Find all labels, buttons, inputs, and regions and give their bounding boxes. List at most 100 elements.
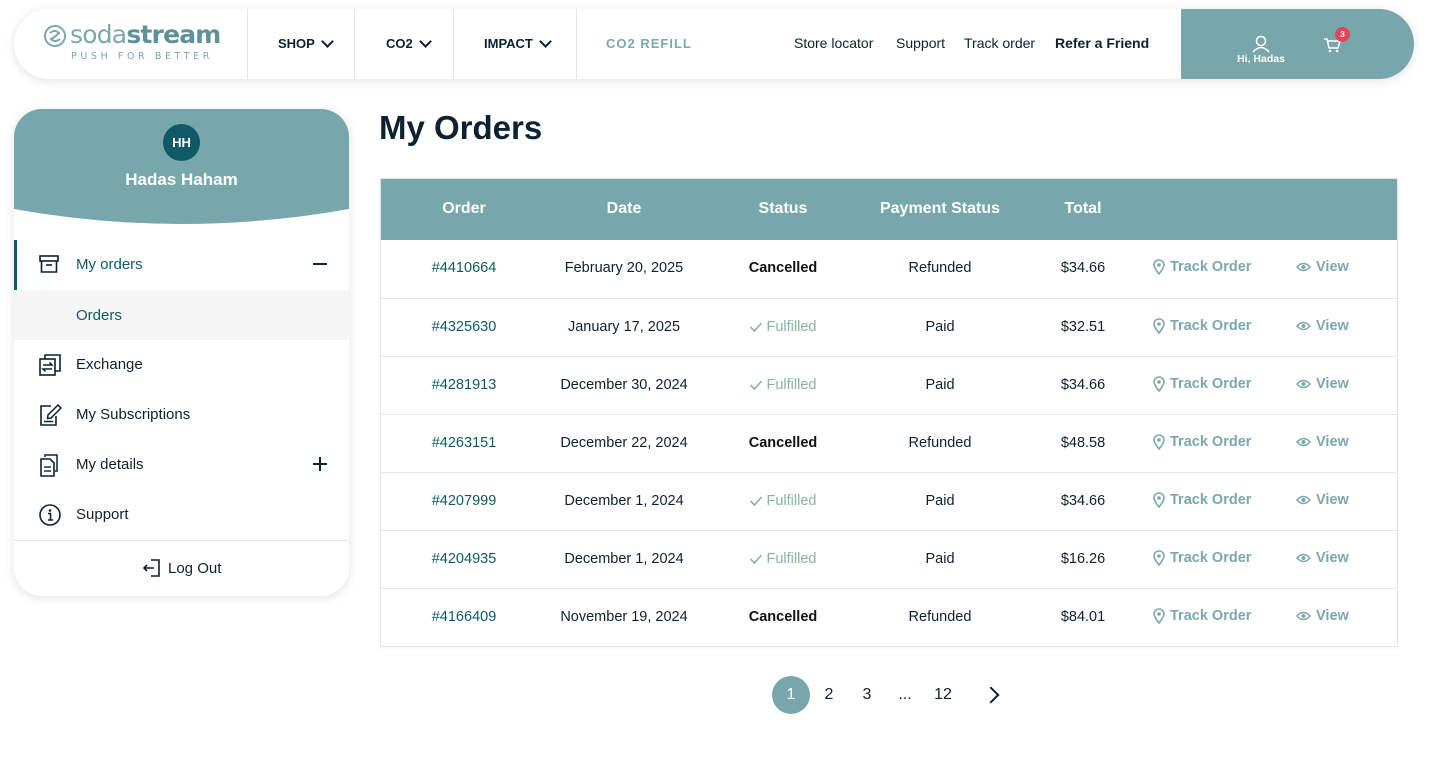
- track-order-label: Track Order: [1170, 550, 1252, 566]
- sidebar-item-my-orders[interactable]: My orders: [14, 240, 349, 290]
- order-number-link[interactable]: #4281913: [432, 377, 497, 393]
- location-pin-icon: [1153, 318, 1165, 334]
- view-order-button[interactable]: View: [1296, 434, 1349, 450]
- order-status: Fulfilled: [749, 551, 817, 567]
- nav-co2[interactable]: CO2: [386, 34, 432, 51]
- checkmark-icon: [749, 496, 763, 506]
- sidebar-item-my-details[interactable]: My details: [14, 440, 349, 490]
- nav-divider: [247, 9, 248, 79]
- table-row: #4204935 December 1, 2024 Fulfilled Paid $16…: [381, 530, 1397, 588]
- eye-icon: [1296, 611, 1311, 621]
- order-date: December 1, 2024: [564, 493, 684, 509]
- logout-icon: [142, 559, 160, 577]
- order-status: Fulfilled: [749, 377, 816, 393]
- track-order-button[interactable]: Track Order: [1153, 492, 1251, 508]
- order-date: February 20, 2025: [564, 260, 684, 276]
- order-number-link[interactable]: #4325630: [432, 319, 497, 335]
- order-number-link[interactable]: #4166409: [432, 609, 497, 625]
- location-pin-icon: [1153, 550, 1165, 566]
- cart-button[interactable]: 3: [1323, 27, 1350, 59]
- table-row: #4263151 December 22, 2024 Cancelled Refund…: [381, 414, 1397, 472]
- location-pin-icon: [1153, 259, 1165, 275]
- checkmark-icon: [749, 322, 763, 332]
- chevron-down-icon: [539, 34, 552, 48]
- payment-status: Paid: [925, 551, 955, 567]
- order-status: Fulfilled: [749, 319, 817, 335]
- next-page-chevron-icon[interactable]: [982, 686, 1000, 704]
- order-number-link[interactable]: #4207999: [432, 493, 497, 509]
- order-total: $34.66: [1060, 377, 1106, 393]
- logo-tagline: PUSH FOR BETTER: [71, 51, 214, 62]
- payment-status: Paid: [925, 493, 955, 509]
- orders-table: Order Date Status Payment Status Total #…: [380, 178, 1398, 647]
- order-status-label: Fulfilled: [766, 319, 817, 335]
- sodastream-logo[interactable]: sodastream PUSH FOR BETTER: [43, 20, 233, 67]
- view-order-label: View: [1316, 608, 1349, 624]
- table-row: #4166409 November 19, 2024 Cancelled Refund…: [381, 588, 1397, 646]
- pagination-ellipsis: ...: [898, 686, 912, 703]
- refer-friend-link[interactable]: Refer a Friend: [1055, 35, 1149, 51]
- expand-plus-icon[interactable]: [313, 457, 327, 471]
- checkmark-icon: [749, 554, 763, 564]
- column-header-total: Total: [1064, 200, 1102, 217]
- track-order-button[interactable]: Track Order: [1153, 318, 1251, 334]
- nav-divider: [354, 9, 355, 79]
- view-order-button[interactable]: View: [1296, 608, 1349, 624]
- view-order-label: View: [1316, 550, 1349, 566]
- store-locator-link[interactable]: Store locator: [794, 35, 873, 51]
- sidebar-item-label: Orders: [76, 307, 122, 324]
- eye-icon: [1296, 437, 1311, 447]
- table-body: #4410664 February 20, 2025 Cancelled Refund…: [381, 240, 1397, 646]
- page-12-button[interactable]: 12: [924, 676, 962, 714]
- track-order-button[interactable]: Track Order: [1153, 376, 1251, 392]
- view-order-button[interactable]: View: [1296, 376, 1349, 392]
- payment-status: Paid: [925, 319, 955, 335]
- sidebar-item-support[interactable]: Support: [14, 490, 349, 540]
- table-row: #4325630 January 17, 2025 Fulfilled Paid $32…: [381, 298, 1397, 356]
- view-order-button[interactable]: View: [1296, 492, 1349, 508]
- user-icon: [1252, 35, 1270, 53]
- view-order-button[interactable]: View: [1296, 318, 1349, 334]
- view-order-button[interactable]: View: [1296, 259, 1349, 275]
- nav-impact[interactable]: IMPACT: [484, 34, 552, 51]
- support-link[interactable]: Support: [896, 35, 945, 51]
- payment-status: Refunded: [908, 435, 972, 451]
- order-number-link[interactable]: #4263151: [432, 435, 497, 451]
- track-order-button[interactable]: Track Order: [1153, 608, 1251, 624]
- nav-co2-refill[interactable]: CO2 REFILL: [606, 36, 692, 51]
- page-1-button[interactable]: 1: [772, 676, 810, 714]
- logout-button[interactable]: Log Out: [142, 558, 221, 578]
- view-order-button[interactable]: View: [1296, 550, 1349, 566]
- page-3-button[interactable]: 3: [848, 676, 886, 714]
- eye-icon: [1296, 262, 1311, 272]
- track-order-button[interactable]: Track Order: [1153, 259, 1251, 275]
- track-order-label: Track Order: [1170, 434, 1252, 450]
- avatar: HH: [163, 124, 200, 161]
- site-header: sodastream PUSH FOR BETTER SHOP CO2 IMPA…: [14, 9, 1414, 79]
- nav-shop[interactable]: SHOP: [278, 34, 334, 51]
- order-number-link[interactable]: #4204935: [432, 551, 497, 567]
- sidebar-item-subscriptions[interactable]: My Subscriptions: [14, 390, 349, 440]
- track-order-button[interactable]: Track Order: [1153, 434, 1251, 450]
- edit-document-icon: [40, 403, 62, 426]
- archive-box-icon: [39, 255, 59, 273]
- order-total: $34.66: [1060, 260, 1106, 276]
- logo-wordmark: sodastream: [70, 20, 221, 49]
- profile-name: Hadas Haham: [125, 170, 238, 189]
- sidebar-subitem-orders[interactable]: Orders: [14, 290, 349, 340]
- exchange-icon: [39, 354, 61, 376]
- pagination: 1 2 3 ... 12: [0, 676, 1436, 714]
- column-header-date: Date: [606, 200, 642, 217]
- order-total: $32.51: [1060, 319, 1106, 335]
- page-2-button[interactable]: 2: [810, 676, 848, 714]
- order-number-link[interactable]: #4410664: [432, 260, 497, 276]
- order-status-label: Fulfilled: [766, 551, 817, 567]
- sidebar-item-exchange[interactable]: Exchange: [14, 340, 349, 390]
- location-pin-icon: [1153, 434, 1165, 450]
- track-order-button[interactable]: Track Order: [1153, 550, 1251, 566]
- collapse-minus-icon[interactable]: [313, 257, 327, 271]
- info-icon: [39, 504, 61, 526]
- column-header-order: Order: [442, 200, 486, 217]
- track-order-link[interactable]: Track order: [964, 35, 1035, 51]
- account-button[interactable]: Hi, Hadas: [1231, 35, 1291, 69]
